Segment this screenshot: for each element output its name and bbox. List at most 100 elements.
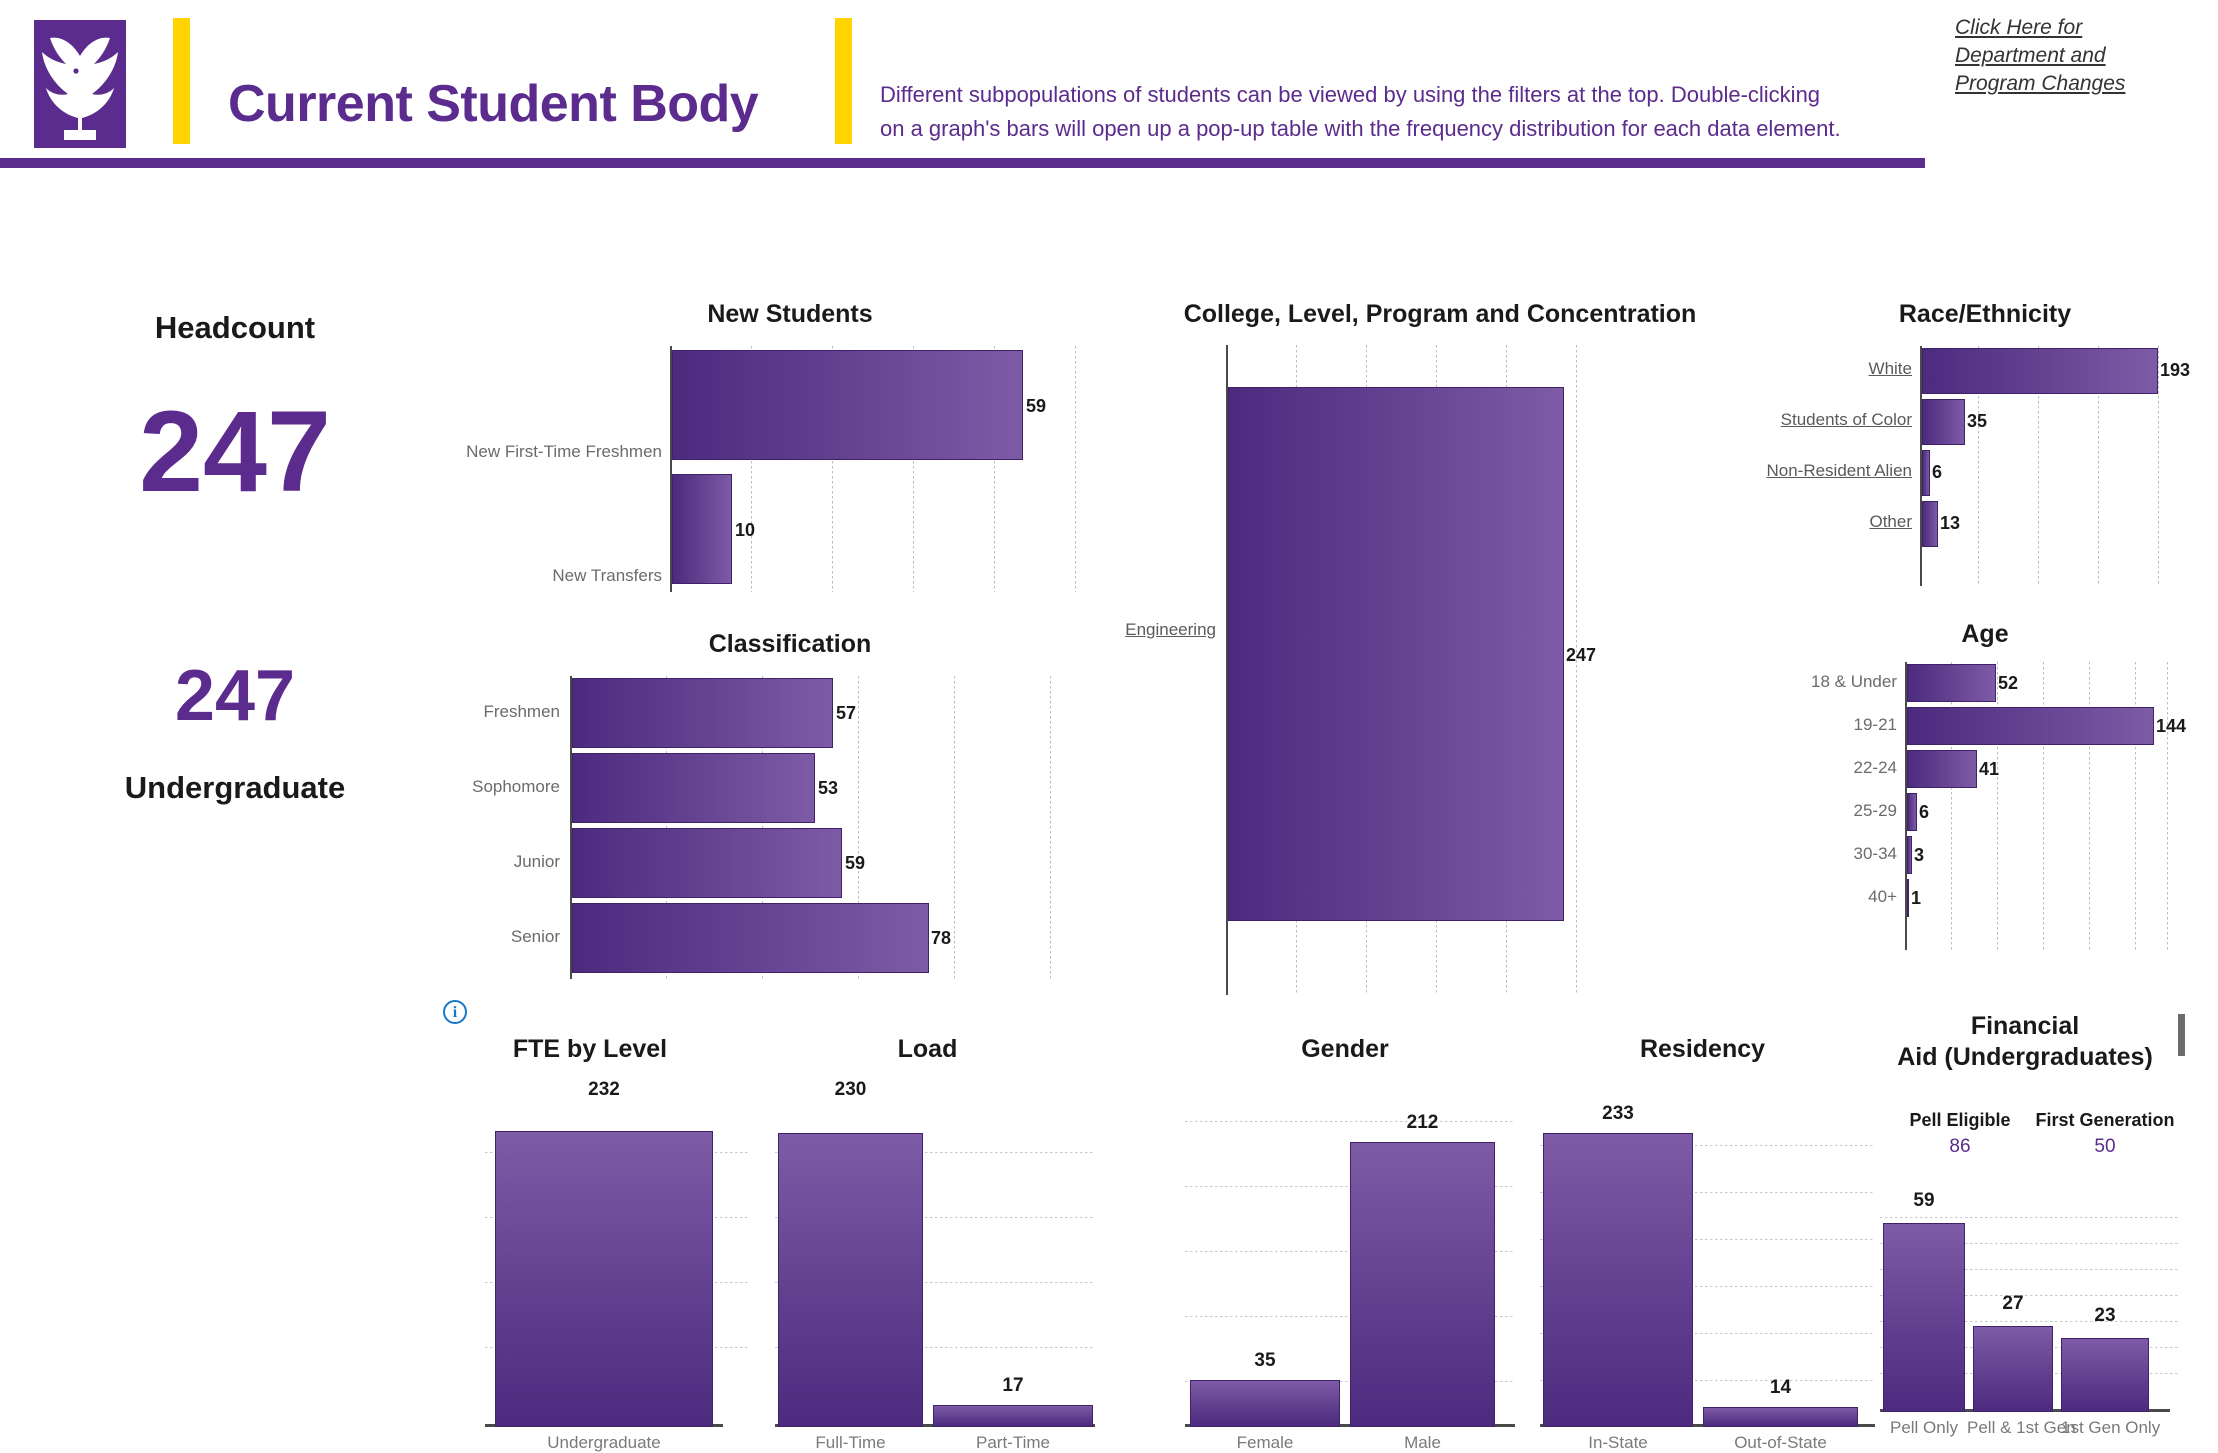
dept-link-line-1: Click Here for bbox=[1955, 16, 2083, 39]
bar-male[interactable] bbox=[1350, 1142, 1495, 1427]
bar-age-25-29[interactable] bbox=[1907, 793, 1917, 831]
category-label-age-22-24[interactable]: 22-24 bbox=[1740, 758, 1897, 778]
category-label-undergraduate-fte[interactable]: Undergraduate bbox=[495, 1433, 713, 1453]
gridline bbox=[2167, 662, 2168, 950]
plot-area-college-level-program: 247 bbox=[1226, 345, 1726, 995]
chart-age[interactable]: Age 52 144 41 6 3 1 18 & Under 19-21 22-… bbox=[1760, 620, 2210, 950]
gridline bbox=[1050, 676, 1051, 979]
bar-out-of-state[interactable] bbox=[1703, 1407, 1858, 1427]
gridline bbox=[2158, 346, 2159, 586]
category-label-pell-and-1st-gen[interactable]: Pell & 1st Gen bbox=[1967, 1418, 2076, 1438]
bar-value-pell-only: 59 bbox=[1913, 1190, 1935, 1211]
plot-area-age: 52 144 41 6 3 1 bbox=[1905, 662, 2186, 950]
bar-age-30-34[interactable] bbox=[1907, 836, 1912, 874]
bar-value-pell-and-1st-gen: 27 bbox=[2002, 1293, 2024, 1314]
bar-sophomore[interactable] bbox=[572, 753, 815, 823]
category-label-new-first-time-freshmen[interactable]: New First-Time Freshmen bbox=[400, 442, 662, 462]
bar-age-22-24[interactable] bbox=[1907, 750, 1977, 788]
gold-accent-bar-left bbox=[173, 18, 190, 144]
category-label-age-18-and-under[interactable]: 18 & Under bbox=[1740, 672, 1897, 692]
chart-title-load: Load bbox=[897, 1035, 958, 1063]
category-label-full-time[interactable]: Full-Time bbox=[778, 1433, 923, 1453]
category-label-age-40-plus[interactable]: 40+ bbox=[1740, 887, 1897, 907]
bar-1st-gen-only[interactable] bbox=[2061, 1338, 2149, 1412]
bar-full-time[interactable] bbox=[778, 1133, 923, 1427]
category-label-female[interactable]: Female bbox=[1190, 1433, 1340, 1453]
eagle-logo bbox=[20, 12, 140, 152]
bar-age-19-21[interactable] bbox=[1907, 707, 2154, 745]
plot-area-fte-by-level: 232 bbox=[485, 1079, 750, 1427]
category-label-engineering[interactable]: Engineering bbox=[1020, 620, 1216, 640]
category-label-out-of-state[interactable]: Out-of-State bbox=[1703, 1433, 1858, 1453]
bar-other[interactable] bbox=[1922, 501, 1938, 547]
bar-value-senior: 78 bbox=[931, 928, 952, 948]
category-label-senior[interactable]: Senior bbox=[370, 927, 560, 947]
bar-freshmen[interactable] bbox=[572, 678, 833, 748]
bar-age-18-and-under[interactable] bbox=[1907, 664, 1996, 702]
category-label-white[interactable]: White bbox=[1720, 359, 1912, 379]
bar-part-time[interactable] bbox=[933, 1405, 1093, 1427]
chart-gender[interactable]: Gender 35 212 Female Male bbox=[1175, 1035, 1515, 1453]
bar-white[interactable] bbox=[1922, 348, 2158, 394]
bar-undergraduate-fte[interactable] bbox=[495, 1131, 713, 1427]
category-label-age-19-21[interactable]: 19-21 bbox=[1740, 715, 1897, 735]
bar-students-of-color[interactable] bbox=[1922, 399, 1965, 445]
page-title: Current Student Body bbox=[228, 75, 759, 133]
bar-new-transfers[interactable] bbox=[672, 474, 732, 584]
category-label-junior[interactable]: Junior bbox=[370, 852, 560, 872]
category-label-1st-gen-only[interactable]: 1st Gen Only bbox=[2061, 1418, 2160, 1438]
gridline bbox=[954, 676, 955, 979]
dashboard-page: Current Student Body Different subpopula… bbox=[0, 0, 2218, 1453]
info-icon[interactable]: i bbox=[443, 1000, 467, 1024]
bar-value-age-25-29: 6 bbox=[1919, 802, 1930, 822]
bar-value-sophomore: 53 bbox=[818, 778, 839, 798]
header-description-line-1: Different subpopulations of students can… bbox=[880, 82, 1821, 107]
bar-non-resident-alien[interactable] bbox=[1922, 450, 1930, 496]
chart-financial-aid[interactable]: Financial Aid (Undergraduates) Pell Elig… bbox=[1880, 1012, 2200, 1453]
chart-load[interactable]: Load 230 17 Full-Time Part-Time bbox=[760, 1035, 1095, 1453]
plot-area-financial-aid: 59 27 23 bbox=[1880, 1190, 2180, 1412]
bar-value-undergraduate-fte: 232 bbox=[588, 1079, 620, 1100]
bar-senior[interactable] bbox=[572, 903, 929, 973]
bar-engineering[interactable] bbox=[1228, 387, 1564, 921]
bar-age-40-plus[interactable] bbox=[1907, 879, 1909, 917]
bar-female[interactable] bbox=[1190, 1380, 1340, 1427]
chart-title-financial-aid-line-2: Aid (Undergraduates) bbox=[1897, 1043, 2153, 1071]
bar-new-first-time-freshmen[interactable] bbox=[672, 350, 1023, 460]
first-generation-value: 50 bbox=[2094, 1136, 2116, 1157]
category-label-freshmen[interactable]: Freshmen bbox=[370, 702, 560, 722]
category-label-sophomore[interactable]: Sophomore bbox=[370, 777, 560, 797]
header-divider-rule bbox=[0, 158, 1925, 168]
bar-pell-only[interactable] bbox=[1883, 1223, 1965, 1412]
category-label-pell-only[interactable]: Pell Only bbox=[1883, 1418, 1965, 1438]
dept-link-line-3: Program Changes bbox=[1955, 71, 2126, 95]
bar-junior[interactable] bbox=[572, 828, 842, 898]
category-label-non-resident-alien[interactable]: Non-Resident Alien bbox=[1720, 461, 1912, 481]
vertical-scrollbar-thumb[interactable] bbox=[2178, 1014, 2185, 1056]
category-label-male[interactable]: Male bbox=[1350, 1433, 1495, 1453]
category-label-age-25-29[interactable]: 25-29 bbox=[1740, 801, 1897, 821]
headcount-title: Headcount bbox=[154, 310, 316, 345]
category-label-in-state[interactable]: In-State bbox=[1543, 1433, 1693, 1453]
category-label-new-transfers[interactable]: New Transfers bbox=[400, 566, 662, 586]
chart-title-classification: Classification bbox=[708, 630, 872, 658]
category-label-part-time[interactable]: Part-Time bbox=[933, 1433, 1093, 1453]
chart-classification[interactable]: Classification 57 53 59 78 Freshmen Soph… bbox=[470, 630, 1110, 990]
category-label-other[interactable]: Other bbox=[1720, 512, 1912, 532]
bar-in-state[interactable] bbox=[1543, 1133, 1693, 1427]
header-description-line-2: on a graph's bars will open up a pop-up … bbox=[880, 116, 1841, 141]
dashboard-header: Current Student Body Different subpopula… bbox=[0, 0, 2218, 175]
chart-fte-by-level[interactable]: FTE by Level 232 Undergraduate bbox=[430, 1035, 750, 1453]
gridline bbox=[2135, 662, 2136, 950]
bar-value-age-19-21: 144 bbox=[2156, 716, 2187, 736]
category-label-students-of-color[interactable]: Students of Color bbox=[1720, 410, 1912, 430]
headcount-undergraduate-value: 247 bbox=[174, 656, 296, 736]
bar-pell-and-1st-gen[interactable] bbox=[1973, 1326, 2053, 1412]
category-label-age-30-34[interactable]: 30-34 bbox=[1740, 844, 1897, 864]
chart-residency[interactable]: Residency 233 14 In-State Out-of-State bbox=[1530, 1035, 1875, 1453]
chart-race-ethnicity[interactable]: Race/Ethnicity 193 35 6 13 White Student… bbox=[1760, 300, 2210, 590]
chart-college-level-program[interactable]: College, Level, Program and Concentratio… bbox=[1125, 300, 1750, 1000]
department-program-changes-link[interactable]: Click Here for Department and Program Ch… bbox=[1955, 14, 2205, 98]
chart-new-students[interactable]: New Students 59 10 New First-Time Freshm… bbox=[466, 300, 1110, 600]
gridline bbox=[2043, 662, 2044, 950]
